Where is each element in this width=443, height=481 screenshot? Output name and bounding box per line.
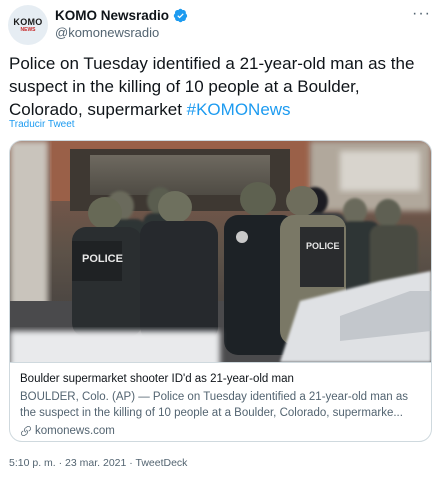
hashtag-link[interactable]: #KOMONews — [187, 100, 291, 119]
author-name-row: KOMO Newsradio — [55, 8, 188, 23]
link-card[interactable]: POLICE POLICE Boulder supermarket shoote… — [9, 140, 432, 442]
tweet-time[interactable]: 5:10 p. m. — [9, 457, 56, 469]
avatar[interactable]: KOMO NEWS — [8, 5, 48, 45]
card-domain-text: komonews.com — [35, 425, 115, 437]
card-text: Boulder supermarket shooter ID'd as 21-y… — [10, 362, 431, 441]
card-photo: POLICE POLICE — [10, 141, 431, 362]
card-description: BOULDER, Colo. (AP) — Police on Tuesday … — [20, 391, 408, 419]
tweet-text: Police on Tuesday identified a 21-year-o… — [9, 52, 434, 121]
tweet-meta: 5:10 p. m. · 23 mar. 2021 · TweetDeck — [9, 457, 187, 469]
link-icon — [21, 426, 31, 437]
photo-police-text-1: POLICE — [82, 253, 123, 265]
card-domain: komonews.com — [20, 425, 115, 437]
more-icon[interactable]: ··· — [412, 5, 431, 23]
tweet-date[interactable]: 23 mar. 2021 — [65, 457, 126, 469]
meta-separator-1: · — [55, 457, 66, 469]
photo-police-text-2: POLICE — [306, 241, 340, 251]
meta-separator-2: · — [126, 457, 136, 469]
card-title: Boulder supermarket shooter ID'd as 21-y… — [20, 373, 294, 385]
avatar-logo-subtext: NEWS — [20, 26, 36, 33]
author-display-name[interactable]: KOMO Newsradio — [55, 8, 169, 23]
translate-tweet-link[interactable]: Traducir Tweet — [9, 119, 75, 130]
verified-badge-icon — [173, 8, 188, 23]
author-handle[interactable]: @komonewsradio — [55, 25, 159, 40]
tweet-source[interactable]: TweetDeck — [136, 457, 188, 469]
avatar-logo-text: KOMO — [13, 16, 43, 27]
